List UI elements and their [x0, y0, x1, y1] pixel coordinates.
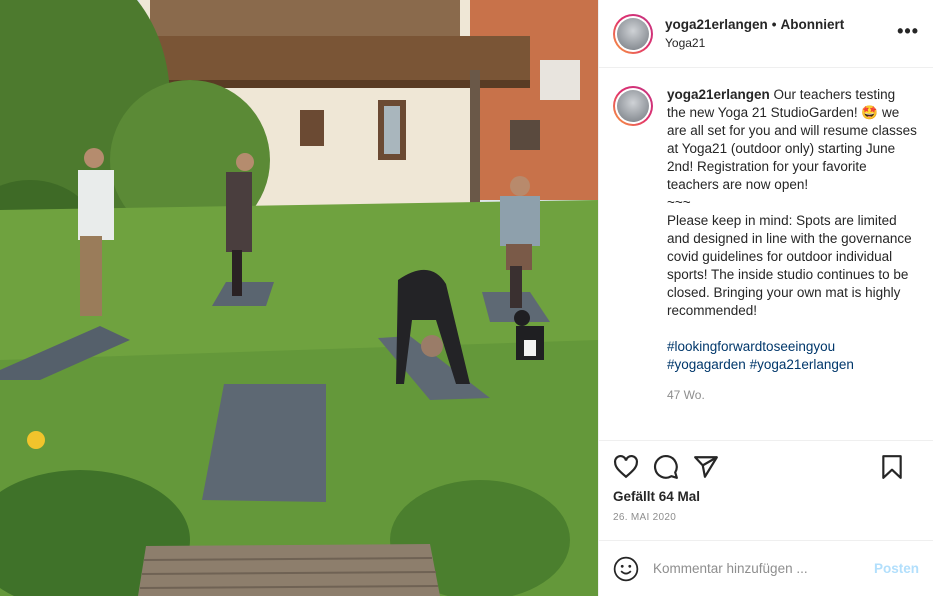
caption: yoga21erlangen Our teachers testing the …: [613, 86, 919, 374]
profile-avatar[interactable]: [613, 13, 653, 54]
caption-hashtags[interactable]: #lookingforwardtoseeingyou #yogagarden #…: [667, 339, 854, 372]
garden-yoga-photo: [0, 0, 598, 596]
comment-icon[interactable]: [653, 454, 679, 480]
caption-body: Our teachers testing the new Yoga 21 Stu…: [667, 87, 917, 318]
header-separator: •: [771, 16, 777, 32]
emoji-icon[interactable]: [613, 556, 639, 582]
heart-icon[interactable]: [613, 454, 639, 480]
share-icon[interactable]: [693, 454, 719, 480]
header-text: yoga21erlangen • Abonniert Yoga21: [665, 16, 844, 52]
like-count[interactable]: Gefällt 64 Mal: [613, 489, 919, 504]
follow-status-button[interactable]: Abonniert: [781, 16, 845, 34]
header-username[interactable]: yoga21erlangen: [665, 16, 768, 34]
avatar-image: [617, 17, 649, 50]
post-age: 47 Wo.: [667, 388, 705, 402]
avatar-image: [617, 90, 649, 122]
location-link[interactable]: Yoga21: [665, 34, 844, 52]
caption-text: yoga21erlangen Our teachers testing the …: [667, 86, 917, 374]
post-actions: Gefällt 64 Mal 26. Mai 2020: [599, 440, 933, 540]
caption-username[interactable]: yoga21erlangen: [667, 87, 770, 102]
caption-avatar[interactable]: [613, 86, 653, 126]
comment-form: Posten: [599, 540, 933, 596]
comments-area: yoga21erlangen Our teachers testing the …: [599, 68, 933, 440]
more-options-icon[interactable]: •••: [897, 22, 919, 40]
post-date: 26. Mai 2020: [613, 512, 677, 523]
comment-input[interactable]: [653, 561, 874, 576]
post-side-panel: yoga21erlangen • Abonniert Yoga21 ••• yo…: [598, 0, 933, 596]
bookmark-icon[interactable]: [879, 454, 905, 480]
post-header: yoga21erlangen • Abonniert Yoga21 •••: [599, 0, 933, 68]
post-photo[interactable]: [0, 0, 598, 596]
action-icons: [613, 451, 919, 483]
post-comment-button[interactable]: Posten: [874, 561, 919, 576]
instagram-post: yoga21erlangen • Abonniert Yoga21 ••• yo…: [0, 0, 933, 596]
